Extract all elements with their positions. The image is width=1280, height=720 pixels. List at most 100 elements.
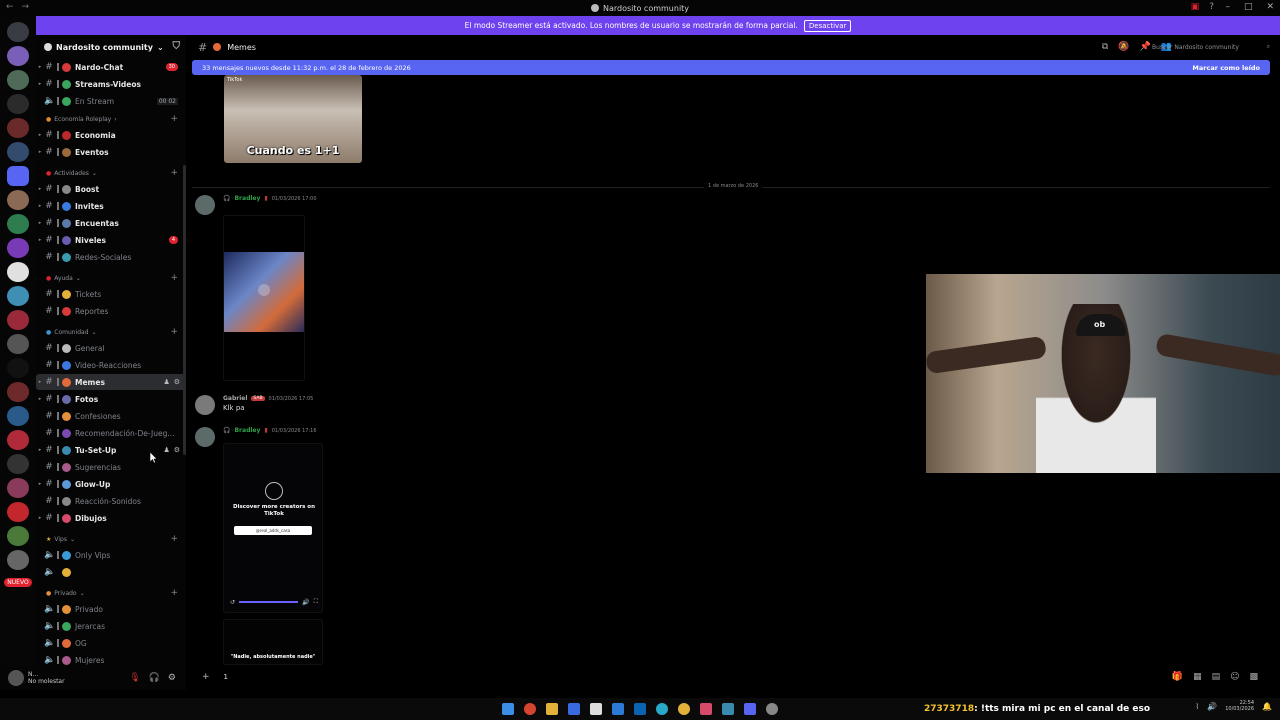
apps-icon[interactable]: ▩: [1249, 672, 1258, 682]
help-icon[interactable]: ?: [1209, 2, 1214, 12]
fullscreen-icon[interactable]: ⛶: [314, 598, 318, 606]
play-icon[interactable]: [258, 284, 270, 296]
composer-text[interactable]: 1: [224, 673, 228, 681]
channel-niveles[interactable]: ▸ # Niveles 4: [36, 232, 186, 248]
minimize-button[interactable]: –: [1225, 2, 1230, 12]
message-author[interactable]: Gabriel: [223, 395, 247, 402]
channel-recomendacion[interactable]: # Recomendación-De-Jueg...: [36, 425, 186, 441]
windows-start-icon[interactable]: [502, 703, 514, 715]
channel-memes[interactable]: ▸ # Memes ♟ ⚙: [36, 374, 186, 390]
add-channel-icon[interactable]: +: [170, 168, 178, 178]
invite-icon[interactable]: ♟: [163, 378, 169, 386]
channel-general[interactable]: # General: [36, 340, 186, 356]
category-actividades[interactable]: ● Actividades ⌄ +: [36, 167, 186, 179]
close-button[interactable]: ✕: [1266, 2, 1274, 12]
gif-icon[interactable]: ▦: [1193, 672, 1202, 682]
channel-sugerencias[interactable]: # Sugerencias: [36, 459, 186, 475]
server-icon[interactable]: [7, 310, 29, 330]
channel-redes-sociales[interactable]: # Redes-Sociales: [36, 249, 186, 265]
server-icon[interactable]: [7, 94, 29, 114]
server-icon[interactable]: [7, 118, 29, 138]
new-messages-bar[interactable]: 33 mensajes nuevos desde 11:32 p.m. el 2…: [192, 60, 1270, 75]
server-icon[interactable]: [7, 286, 29, 306]
server-icon[interactable]: [7, 70, 29, 90]
add-channel-icon[interactable]: +: [170, 588, 178, 598]
video-embed[interactable]: [223, 215, 305, 381]
server-icon[interactable]: [7, 334, 29, 354]
mark-read-button[interactable]: Marcar como leído: [1192, 64, 1260, 72]
back-icon[interactable]: ←: [6, 2, 14, 12]
clock[interactable]: 22:54 10/03/2026: [1225, 700, 1254, 712]
gear-icon[interactable]: ⚙: [174, 446, 180, 454]
server-icon[interactable]: [7, 358, 29, 378]
channel-video-reacciones[interactable]: # Video-Reacciones: [36, 357, 186, 373]
sticker-icon[interactable]: ▤: [1212, 672, 1221, 682]
home-icon[interactable]: [7, 22, 29, 42]
app-icon[interactable]: [568, 703, 580, 715]
channel-streams-videos[interactable]: ▸ # Streams-Videos: [36, 76, 186, 92]
category-privado[interactable]: ● Privado ⌄ +: [36, 587, 186, 599]
channel-jerarcas[interactable]: 🔈 Jerarcas: [36, 618, 186, 634]
channel-reportes[interactable]: # Reportes: [36, 303, 186, 319]
forward-icon[interactable]: →: [22, 2, 30, 12]
chrome-icon[interactable]: [678, 703, 690, 715]
network-icon[interactable]: ⌇: [1195, 702, 1199, 711]
add-channel-icon[interactable]: +: [170, 327, 178, 337]
headphones-muted-icon[interactable]: 🎧: [149, 673, 160, 683]
app-icon[interactable]: [590, 703, 602, 715]
threads-icon[interactable]: ⧉: [1102, 42, 1108, 52]
channel-mujeres[interactable]: 🔈 Mujeres: [36, 652, 186, 666]
server-icon[interactable]: [7, 142, 29, 162]
channel-og[interactable]: 🔈 OG: [36, 635, 186, 651]
file-explorer-icon[interactable]: [546, 703, 558, 715]
edge-icon[interactable]: [656, 703, 668, 715]
channel-confesiones[interactable]: # Confesiones: [36, 408, 186, 424]
category-economia-roleplay[interactable]: ● Economía Roleplay › +: [36, 113, 186, 125]
discord-icon[interactable]: [744, 703, 756, 715]
avatar[interactable]: [8, 670, 24, 686]
category-vips[interactable]: ★ Vips ⌄ +: [36, 533, 186, 545]
add-channel-icon[interactable]: +: [170, 114, 178, 124]
server-icon[interactable]: [7, 502, 29, 522]
server-icon[interactable]: [7, 454, 29, 474]
server-icon[interactable]: [7, 166, 29, 186]
tiktok-embed[interactable]: Discover more creators on TikTok @real_a…: [223, 443, 323, 613]
volume-icon[interactable]: 🔊: [1207, 702, 1217, 711]
server-icon[interactable]: [7, 46, 29, 66]
avatar[interactable]: [195, 395, 215, 415]
gift-icon[interactable]: 🎁: [1172, 672, 1183, 682]
server-icon[interactable]: [7, 262, 29, 282]
server-icon[interactable]: [7, 190, 29, 210]
server-icon[interactable]: [7, 382, 29, 402]
channel-glow-up[interactable]: ▸ # Glow-Up: [36, 476, 186, 492]
message-author[interactable]: Bradley: [234, 195, 260, 202]
channel-nardo-chat[interactable]: ▸ # Nardo-Chat 30: [36, 59, 186, 75]
channel-only-vips[interactable]: 🔈 Only Vips: [36, 547, 186, 563]
server-icon[interactable]: [7, 550, 29, 570]
guild-header[interactable]: Nardosito community ⌄ ⛉: [36, 35, 186, 59]
video-thumbnail[interactable]: TikTok Cuando es 1+1: [224, 75, 362, 163]
server-icon[interactable]: [7, 406, 29, 426]
category-ayuda[interactable]: ● Ayuda ⌄ +: [36, 272, 186, 284]
gear-icon[interactable]: ⚙: [168, 673, 176, 683]
inbox-icon[interactable]: ▣: [1191, 2, 1200, 12]
invite-icon[interactable]: ♟: [163, 446, 169, 454]
avatar[interactable]: [195, 427, 215, 447]
channel-encuentas[interactable]: ▸ # Encuentas: [36, 215, 186, 231]
replay-icon[interactable]: ↺: [230, 599, 235, 606]
deactivate-button[interactable]: Desactivar: [803, 19, 852, 32]
message-author[interactable]: Bradley: [234, 427, 260, 434]
add-channel-icon[interactable]: +: [170, 273, 178, 283]
channel-vip-voice[interactable]: 🔈: [36, 564, 186, 580]
outlook-icon[interactable]: [612, 703, 624, 715]
tiktok-handle[interactable]: @real_adds_casa: [234, 526, 312, 535]
emoji-icon[interactable]: ☺: [1230, 672, 1239, 682]
add-channel-icon[interactable]: +: [170, 534, 178, 544]
app-icon[interactable]: [524, 703, 536, 715]
plus-icon[interactable]: +: [202, 672, 210, 682]
channel-boost[interactable]: ▸ # Boost: [36, 181, 186, 197]
notifications-muted-icon[interactable]: 🔕: [1118, 42, 1129, 52]
channel-eventos[interactable]: ▸ # Eventos: [36, 144, 186, 160]
user-info[interactable]: N... No molestar: [28, 671, 65, 685]
channel-economia[interactable]: ▸ # Economia: [36, 127, 186, 143]
